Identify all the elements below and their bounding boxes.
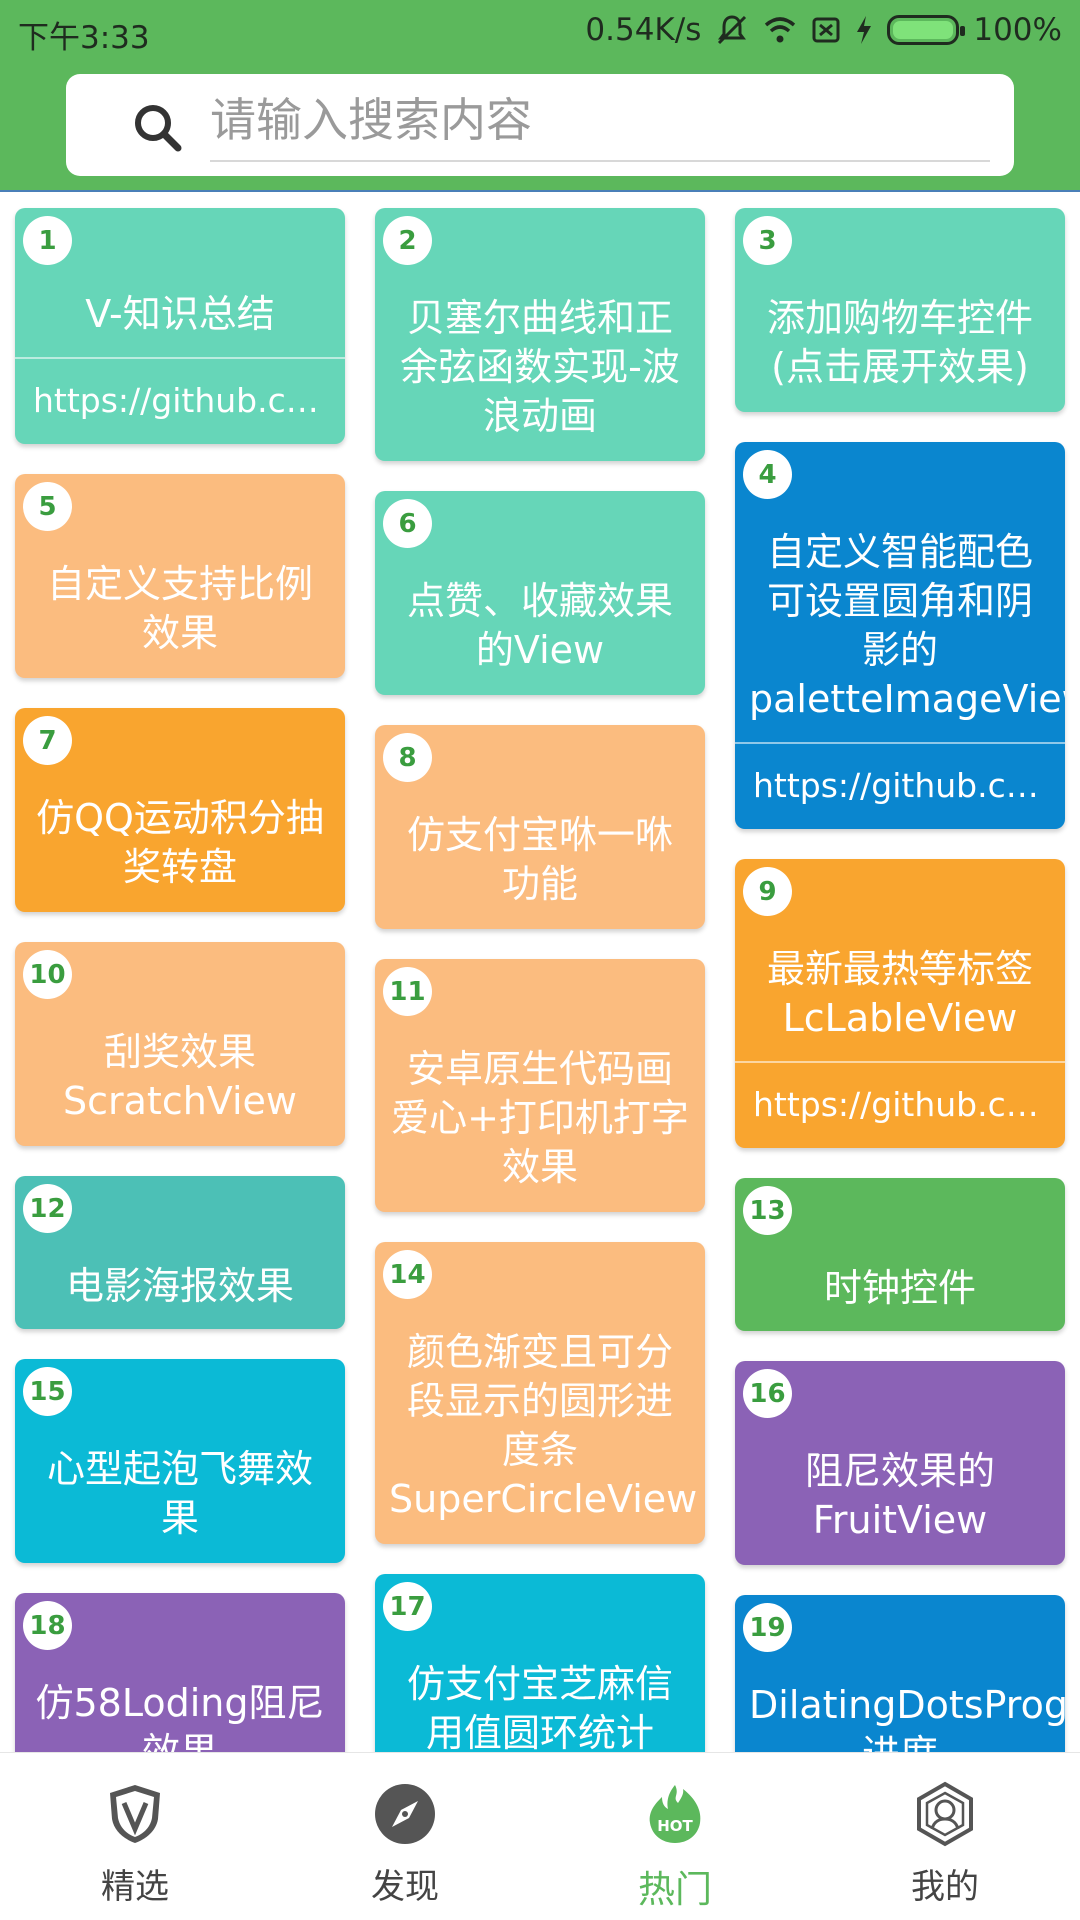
card-10[interactable]: 10 刮奖效果ScratchView [15,942,345,1146]
compass-icon [375,1784,435,1844]
card-17[interactable]: 17 仿支付宝芝麻信用值圆环统计 [375,1574,705,1752]
card-16[interactable]: 16 阻尼效果的FruitView [735,1361,1065,1565]
card-number-badge: 6 [383,499,432,548]
no-sim-icon [811,15,841,45]
card-number-badge: 14 [383,1250,432,1299]
card-1[interactable]: 1 V-知识总结 https://github.com/... [15,208,345,444]
nav-tab-hot[interactable]: HOT 热门 [540,1753,810,1920]
status-bar: 下午3:33 0.54K/s 100% [0,0,1080,62]
card-number-badge: 11 [383,967,432,1016]
card-14[interactable]: 14 颜色渐变且可分段显示的圆形进度条SuperCircleView [375,1242,705,1544]
search-underline [210,160,990,162]
card-number-badge: 1 [23,216,72,265]
grid-column-3: 3 添加购物车控件(点击展开效果) 4 自定义智能配色可设置圆角和阴影的pale… [735,208,1065,1752]
card-number-badge: 5 [23,482,72,531]
card-number-badge: 9 [743,867,792,916]
card-number-badge: 15 [23,1367,72,1416]
card-number-badge: 8 [383,733,432,782]
wifi-icon [763,15,797,45]
search-bar [66,74,1014,176]
card-6[interactable]: 6 点赞、收藏效果的View [375,491,705,695]
card-link[interactable]: https://github.com/... [735,1061,1065,1148]
card-15[interactable]: 15 心型起泡飞舞效果 [15,1359,345,1563]
hot-flame-icon: HOT [649,1785,701,1843]
card-8[interactable]: 8 仿支付宝咻一咻功能 [375,725,705,929]
card-number-badge: 18 [23,1601,72,1650]
card-number-badge: 7 [23,716,72,765]
card-number-badge: 10 [23,950,72,999]
card-number-badge: 12 [23,1184,72,1233]
status-right: 0.54K/s 100% [585,12,1062,48]
card-link[interactable]: https://github.com/... [735,742,1065,829]
svg-text:HOT: HOT [657,1817,693,1835]
nav-tab-featured[interactable]: 精选 [0,1753,270,1920]
card-9[interactable]: 9 最新最热等标签LcLableView https://github.com/… [735,859,1065,1148]
card-3[interactable]: 3 添加购物车控件(点击展开效果) [735,208,1065,412]
grid-column-1: 1 V-知识总结 https://github.com/... 5 自定义支持比… [15,208,345,1752]
card-number-badge: 4 [743,450,792,499]
card-2[interactable]: 2 贝塞尔曲线和正余弦函数实现-波浪动画 [375,208,705,461]
nav-label: 我的 [911,1867,979,1907]
nav-tab-mine[interactable]: 我的 [810,1753,1080,1920]
card-number-badge: 16 [743,1369,792,1418]
card-number-badge: 2 [383,216,432,265]
card-19[interactable]: 19 DilatingDotsProgressBar进度 [735,1595,1065,1752]
card-12[interactable]: 12 电影海报效果 [15,1176,345,1329]
shield-v-icon [110,1785,160,1843]
search-icon[interactable] [128,98,188,158]
card-grid: 1 V-知识总结 https://github.com/... 5 自定义支持比… [0,194,1080,1752]
battery-percent: 100% [973,12,1062,48]
card-5[interactable]: 5 自定义支持比例效果 [15,474,345,678]
card-4[interactable]: 4 自定义智能配色可设置圆角和阴影的paletteImageView https… [735,442,1065,829]
card-11[interactable]: 11 安卓原生代码画爱心+打印机打字效果 [375,959,705,1212]
nav-tab-discover[interactable]: 发现 [270,1753,540,1920]
bottom-nav: 精选 发现 HOT 热门 我的 [0,1752,1080,1920]
network-speed: 0.54K/s [585,12,702,48]
status-time: 下午3:33 [18,20,150,56]
card-13[interactable]: 13 时钟控件 [735,1178,1065,1331]
nav-label: 热门 [638,1868,712,1911]
profile-hexagon-icon [917,1781,973,1847]
card-18[interactable]: 18 仿58Loding阻尼效果 [15,1593,345,1752]
card-number-badge: 3 [743,216,792,265]
nav-label: 精选 [101,1867,169,1907]
card-7[interactable]: 7 仿QQ运动积分抽奖转盘 [15,708,345,912]
nav-label: 发现 [371,1867,439,1907]
charging-icon [855,14,873,46]
battery-icon [887,15,966,45]
app-header: 下午3:33 0.54K/s 100% [0,0,1080,192]
card-link[interactable]: https://github.com/... [15,357,345,444]
card-number-badge: 19 [743,1603,792,1652]
grid-column-2: 2 贝塞尔曲线和正余弦函数实现-波浪动画 6 点赞、收藏效果的View 8 仿支… [375,208,705,1752]
card-number-badge: 13 [743,1186,792,1235]
mute-icon [715,13,749,47]
search-input[interactable] [210,80,990,160]
card-number-badge: 17 [383,1582,432,1631]
